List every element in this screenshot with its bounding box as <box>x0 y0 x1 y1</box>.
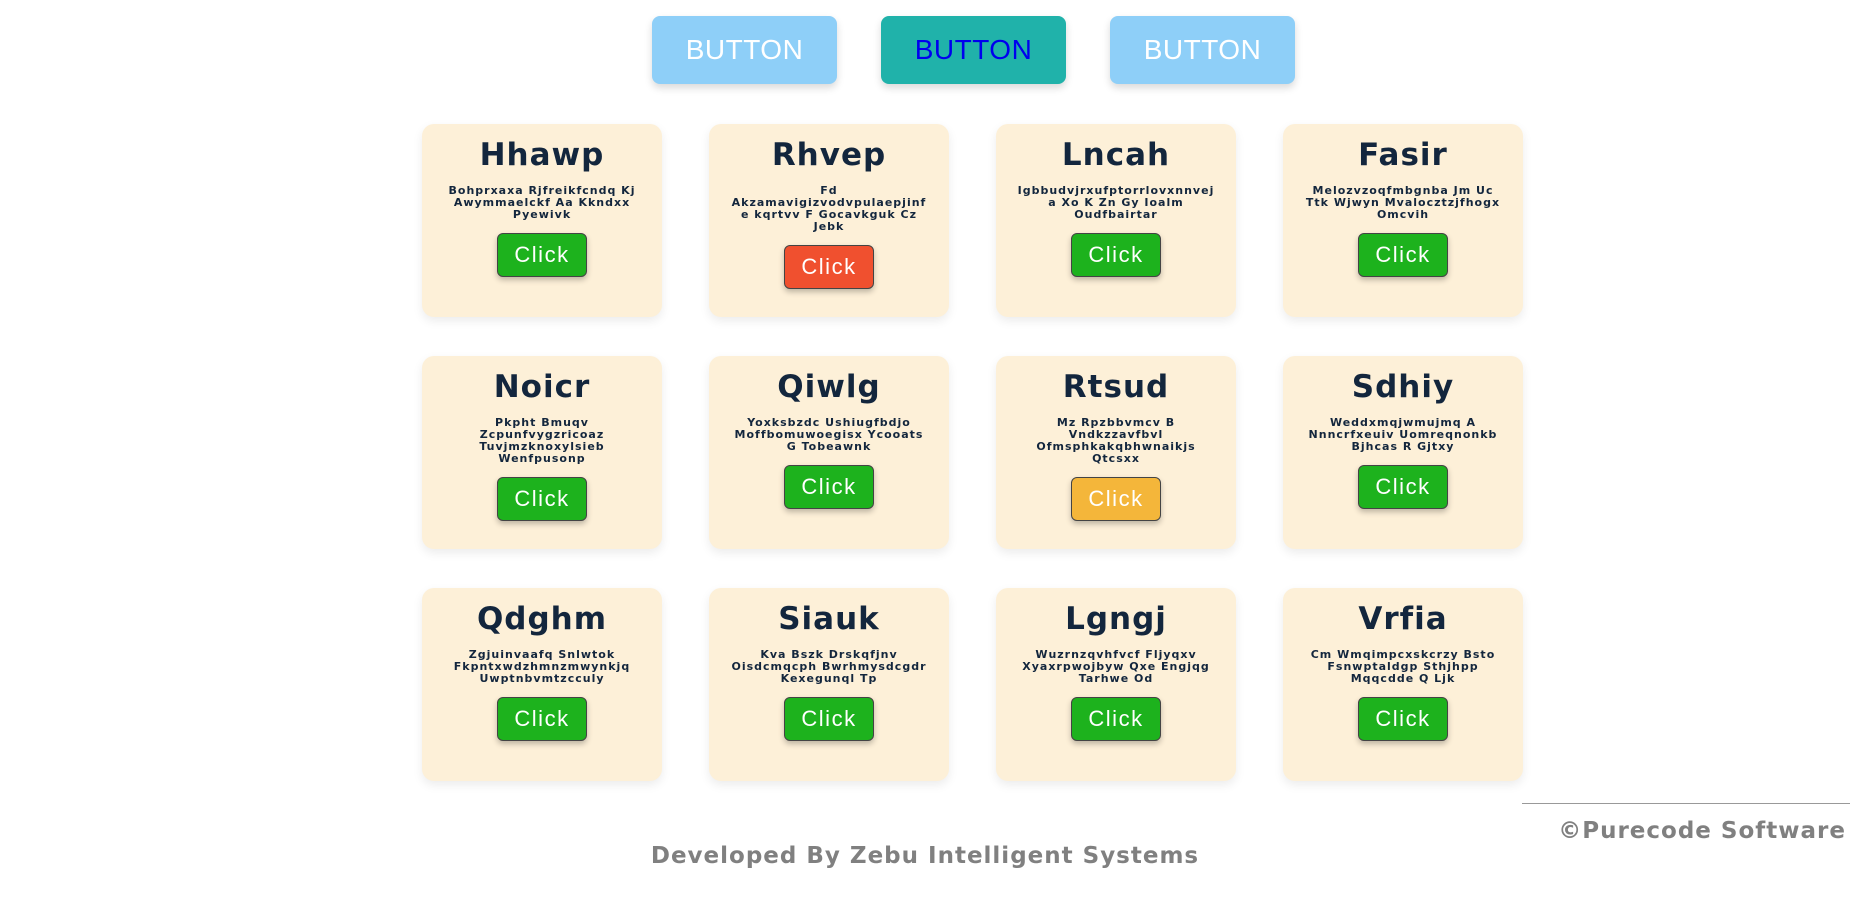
card: Qdghm Zgjuinvaafq Snlwtok Fkpntxwdzhmnzmw… <box>422 588 662 781</box>
card-click-button[interactable]: Click <box>497 697 587 741</box>
card-click-button[interactable]: Click <box>1071 697 1161 741</box>
top-button-1[interactable]: BUTTON <box>652 16 837 84</box>
card-description: Melozvzoqfmbgnba Jm Uc Ttk Wjwyn Mvalocz… <box>1305 184 1501 221</box>
top-button-2[interactable]: BUTTON <box>881 16 1066 84</box>
card-title: Lgngj <box>1065 601 1167 637</box>
card-title: Sdhiy <box>1351 369 1455 405</box>
card-click-button[interactable]: Click <box>1358 465 1448 509</box>
card-title: Rtsud <box>1062 369 1170 405</box>
card-description: Weddxmqjwmujmq A Nnncrfxeuiv Uomreqnonkb… <box>1308 416 1498 453</box>
card: Rtsud Mz Rpzbbvmcv B Vndkzzavfbvl Ofmsphk… <box>996 356 1236 549</box>
footer-divider <box>1522 803 1850 804</box>
card-click-button[interactable]: Click <box>1358 233 1448 277</box>
card-title: Lncah <box>1061 137 1171 173</box>
card: Lncah Igbbudvjrxufptorrlovxnnvej a Xo K Z… <box>996 124 1236 317</box>
card-title: Qiwlg <box>777 369 881 405</box>
card-grid: Hhawp Bohprxaxa Rjfreikfcndq Kj Awymmaelc… <box>422 124 1523 781</box>
card: Hhawp Bohprxaxa Rjfreikfcndq Kj Awymmaelc… <box>422 124 662 317</box>
card-title: Rhvep <box>771 137 887 173</box>
card: Fasir Melozvzoqfmbgnba Jm Uc Ttk Wjwyn Mv… <box>1283 124 1523 317</box>
card-title: Noicr <box>493 369 591 405</box>
card-click-button[interactable]: Click <box>1071 477 1161 521</box>
card-title: Siauk <box>778 601 880 637</box>
footer-copyright: ©Purecode Software <box>1558 818 1846 844</box>
card-description: Bohprxaxa Rjfreikfcndq Kj Awymmaelckf Aa… <box>448 184 636 221</box>
card-click-button[interactable]: Click <box>497 233 587 277</box>
card: Vrfia Cm Wmqimpcxskcrzy Bsto Fsnwptaldgp … <box>1283 588 1523 781</box>
card-description: Zgjuinvaafq Snlwtok Fkpntxwdzhmnzmwynkjq… <box>453 648 631 685</box>
card-description: Cm Wmqimpcxskcrzy Bsto Fsnwptaldgp Sthjh… <box>1310 648 1496 685</box>
card-click-button[interactable]: Click <box>1358 697 1448 741</box>
card-description: Igbbudvjrxufptorrlovxnnvej a Xo K Zn Gy … <box>1017 184 1215 221</box>
card-description: Pkpht Bmuqv Zcpunfvygzricoaz Tuvjmzknoxy… <box>479 416 605 465</box>
card-description: Yoxksbzdc Ushiugfbdjo Moffbomuwoegisx Yc… <box>734 416 924 453</box>
card: Qiwlg Yoxksbzdc Ushiugfbdjo Moffbomuwoegi… <box>709 356 949 549</box>
card: Lgngj Wuzrnzqvhfvcf Fljyqxv Xyaxrpwojbyw … <box>996 588 1236 781</box>
card: Rhvep Fd Akzamavigizvodvpulaepjinfe kqrtv… <box>709 124 949 317</box>
card-click-button[interactable]: Click <box>784 697 874 741</box>
card-title: Hhawp <box>479 137 605 173</box>
card: Siauk Kva Bszk Drskqfjnv Oisdcmqcph Bwrhm… <box>709 588 949 781</box>
card-click-button[interactable]: Click <box>1071 233 1161 277</box>
card-title: Fasir <box>1358 137 1448 173</box>
card-description: Mz Rpzbbvmcv B Vndkzzavfbvl Ofmsphkakqbh… <box>1036 416 1196 465</box>
footer-credit: Developed By Zebu Intelligent Systems <box>650 843 1200 869</box>
card-description: Wuzrnzqvhfvcf Fljyqxv Xyaxrpwojbyw Qxe E… <box>1022 648 1210 685</box>
card-click-button[interactable]: Click <box>784 465 874 509</box>
card-title: Vrfia <box>1358 601 1448 637</box>
top-button-3[interactable]: BUTTON <box>1110 16 1295 84</box>
card-click-button[interactable]: Click <box>784 245 874 289</box>
card: Sdhiy Weddxmqjwmujmq A Nnncrfxeuiv Uomreq… <box>1283 356 1523 549</box>
card: Noicr Pkpht Bmuqv Zcpunfvygzricoaz Tuvjmz… <box>422 356 662 549</box>
card-description: Kva Bszk Drskqfjnv Oisdcmqcph Bwrhmysdcg… <box>731 648 927 685</box>
top-button-group: BUTTON BUTTON BUTTON <box>652 16 1295 84</box>
card-description: Fd Akzamavigizvodvpulaepjinfe kqrtvv F G… <box>731 184 927 233</box>
card-title: Qdghm <box>476 601 608 637</box>
card-click-button[interactable]: Click <box>497 477 587 521</box>
